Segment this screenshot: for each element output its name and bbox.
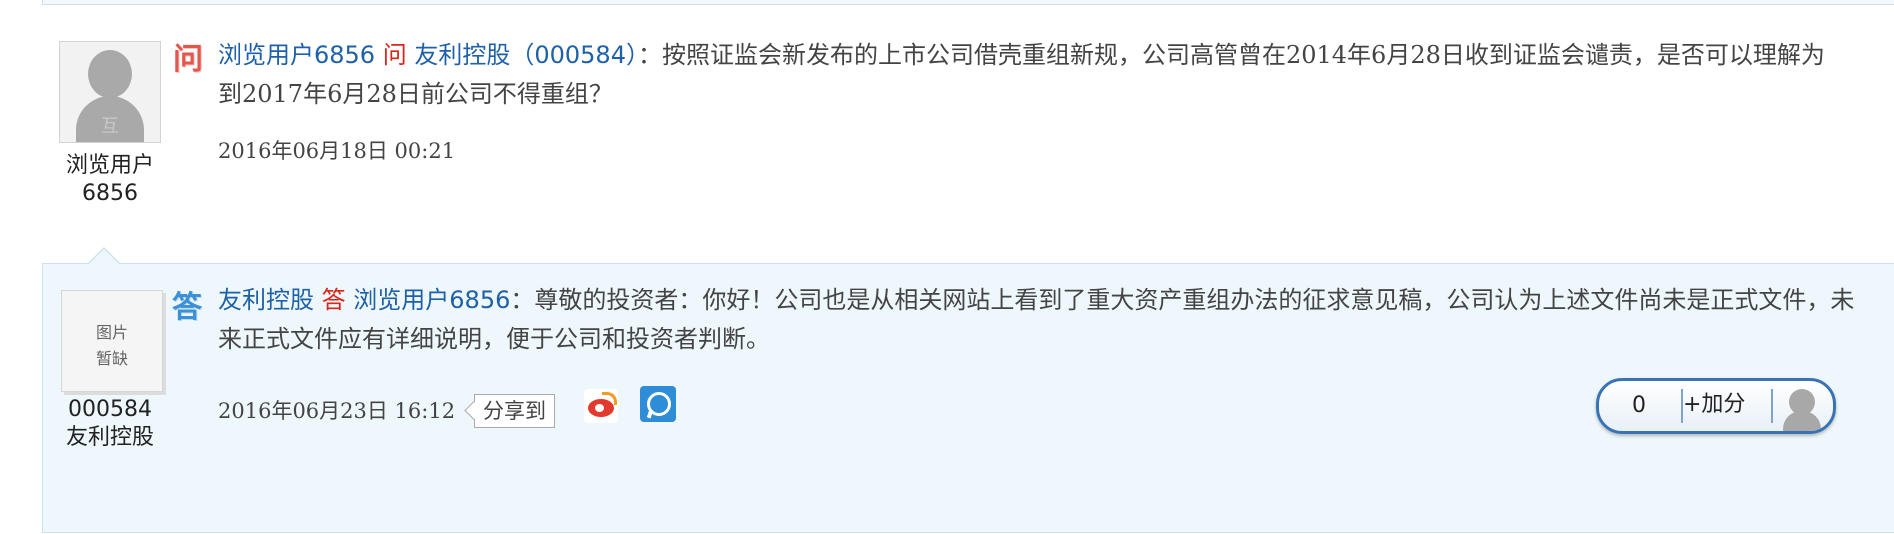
weibo-icon-eye	[595, 404, 604, 412]
question-verb: 问	[382, 41, 407, 69]
answer-verb: 答	[321, 286, 346, 314]
question-icon: 问	[173, 42, 203, 77]
answer-pointer-fill	[89, 249, 119, 264]
question-timestamp: 2016年06月18日 00:21	[218, 139, 456, 163]
company-link[interactable]: 友利控股（000584）	[414, 41, 638, 69]
asker-link[interactable]: 浏览用户6856	[218, 41, 375, 69]
add-score-button[interactable]: +加分	[1683, 381, 1775, 431]
answer-icon: 答	[172, 290, 202, 325]
answer-separator: ：	[510, 286, 535, 314]
score-divider-2	[1771, 389, 1773, 423]
company-avatar[interactable]: 图片 暂缺	[61, 290, 163, 392]
previous-item-border	[42, 0, 1894, 5]
company-name[interactable]: 000584 友利控股	[52, 396, 168, 452]
avatar-placeholder-line1: 图片	[95, 323, 128, 342]
weibo-icon[interactable]	[584, 389, 618, 423]
score-count: 0	[1632, 393, 1646, 418]
asker-link-answer[interactable]: 浏览用户6856	[353, 286, 510, 314]
scorer-avatar-icon[interactable]	[1777, 381, 1833, 431]
question-text: 浏览用户6856 问 友利控股（000584）：按照证监会新发布的上市公司借壳重…	[218, 36, 1848, 114]
share-label: 分享到	[474, 394, 555, 428]
score-widget: 0 +加分	[1596, 378, 1836, 434]
company-code: 000584	[68, 397, 152, 422]
tencent-weibo-icon[interactable]	[640, 386, 676, 422]
avatar-mark: 互	[101, 116, 119, 137]
question-separator: ：	[637, 41, 662, 69]
asker-avatar[interactable]: 互	[59, 41, 161, 143]
scorer-avatar-body	[1783, 411, 1821, 431]
answer-text: 友利控股 答 浏览用户6856：尊敬的投资者：你好！公司也是从相关网站上看到了重…	[218, 281, 1858, 359]
asker-name[interactable]: 浏览用户6856	[52, 152, 168, 208]
avatar-head-shape	[88, 50, 132, 98]
avatar-placeholder-line2: 暂缺	[95, 349, 128, 368]
company-short-name: 友利控股	[65, 425, 154, 450]
answer-timestamp: 2016年06月23日 16:12	[218, 399, 456, 423]
responder-link[interactable]: 友利控股	[218, 286, 314, 314]
weibo-icon-arc	[602, 392, 617, 405]
